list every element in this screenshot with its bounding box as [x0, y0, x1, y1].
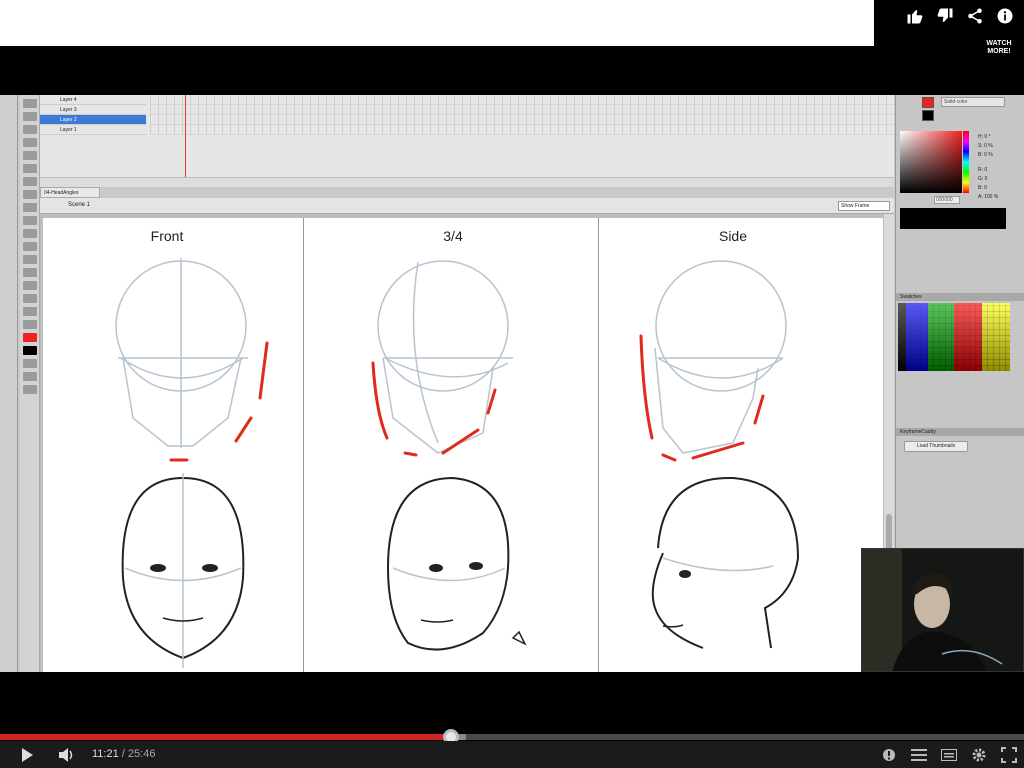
current-time: 11:21 [92, 748, 119, 760]
zoom-tool-icon[interactable] [23, 320, 37, 329]
share-icon[interactable] [964, 5, 986, 27]
swatches-panel-header: Swatches [896, 293, 1024, 301]
stroke-color-chip[interactable] [922, 97, 934, 108]
brush-tool-icon[interactable] [23, 229, 37, 238]
deco-tool-icon[interactable] [23, 242, 37, 251]
scene-bar: Scene 1 Show Frame [40, 198, 894, 214]
g-value[interactable]: G: 0 [978, 175, 998, 184]
time-separator: / [121, 748, 125, 760]
line-tool-icon[interactable] [23, 190, 37, 199]
layer-name: Layer 2 [60, 117, 77, 123]
fullscreen-icon[interactable] [998, 745, 1020, 765]
video-player: WATCH MORE! Layer 4 Layer 3 Layer 2 Laye… [0, 0, 1024, 768]
layer-name: Layer 4 [60, 97, 77, 103]
h-value[interactable]: H: 0 ° [978, 133, 998, 142]
free-transform-tool-icon[interactable] [23, 125, 37, 134]
pen-tool-icon[interactable] [23, 164, 37, 173]
tools-panel [20, 95, 40, 672]
rectangle-tool-icon[interactable] [23, 203, 37, 212]
3d-rotation-tool-icon[interactable] [23, 138, 37, 147]
s-value[interactable]: S: 0 % [978, 142, 998, 151]
subselection-tool-icon[interactable] [23, 112, 37, 121]
duration: 25:46 [127, 748, 156, 760]
snap-icon[interactable] [23, 372, 37, 381]
b2-value[interactable]: B: 0 [978, 184, 998, 193]
settings-gear-icon[interactable] [968, 745, 990, 765]
column-title-front: Front [150, 228, 184, 244]
frames-grid[interactable] [150, 95, 894, 135]
color-picker-field[interactable] [900, 131, 962, 193]
hex-input[interactable]: 000000 [934, 196, 960, 204]
swatches-grid[interactable] [898, 303, 1010, 371]
keyframecaddy-title: KeyframeCaddy [900, 429, 936, 435]
head-drawings [115, 258, 800, 668]
progress-played [0, 734, 452, 740]
hand-tool-icon[interactable] [23, 307, 37, 316]
keyframecaddy-panel-header: KeyframeCaddy [896, 428, 1024, 436]
lasso-tool-icon[interactable] [23, 151, 37, 160]
thumbs-up-icon[interactable] [904, 5, 926, 27]
layer-name: Layer 1 [60, 127, 77, 133]
time-display: 11:21 / 25:46 [92, 748, 155, 760]
timeline-panel: Layer 4 Layer 3 Layer 2 Layer 1 [40, 95, 894, 187]
stroke-color-icon[interactable] [23, 333, 37, 342]
captions-icon[interactable] [938, 745, 960, 765]
swatches-title: Swatches [900, 294, 922, 300]
layer-row-selected[interactable]: Layer 2 [40, 115, 146, 125]
bone-tool-icon[interactable] [23, 255, 37, 264]
play-icon[interactable] [16, 745, 38, 765]
fill-color-chip[interactable] [922, 110, 934, 121]
annotations-icon[interactable] [878, 745, 900, 765]
fill-color-icon[interactable] [23, 346, 37, 355]
column-title-three-quarter: 3/4 [443, 228, 463, 244]
layer-row[interactable]: Layer 4 [40, 95, 146, 105]
b-value[interactable]: B: 0 % [978, 151, 998, 160]
smooth-icon[interactable] [23, 385, 37, 394]
load-thumbnails-button[interactable]: Load Thumbnails [904, 441, 968, 452]
playlist-icon[interactable] [908, 745, 930, 765]
eraser-tool-icon[interactable] [23, 294, 37, 303]
fill-type-select[interactable]: Solid color [941, 97, 1005, 107]
color-preview [900, 208, 1006, 229]
presenter-video [862, 549, 1023, 671]
stage-canvas[interactable]: Front 3/4 Side [43, 218, 883, 672]
text-tool-icon[interactable] [23, 177, 37, 186]
column-title-side: Side [718, 228, 748, 244]
watch-more-link[interactable]: WATCH MORE! [976, 40, 1022, 56]
swatches-shade [898, 303, 1010, 371]
pencil-tool-icon[interactable] [23, 216, 37, 225]
timeline-controls [40, 177, 894, 187]
scene-label[interactable]: Scene 1 [68, 202, 90, 208]
document-tab[interactable]: 04-HeadAngles [40, 187, 100, 198]
alpha-value[interactable]: A: 100 % [978, 193, 998, 202]
hue-slider[interactable] [963, 131, 969, 193]
swap-colors-icon[interactable] [23, 359, 37, 368]
paint-bucket-tool-icon[interactable] [23, 268, 37, 277]
r-value[interactable]: R: 0 [978, 166, 998, 175]
layer-name: Layer 3 [60, 107, 77, 113]
playhead[interactable] [185, 95, 186, 187]
layer-row[interactable]: Layer 1 [40, 125, 146, 135]
webcam-overlay [861, 548, 1024, 672]
selection-tool-icon[interactable] [23, 99, 37, 108]
color-values: H: 0 ° S: 0 % B: 0 % R: 0 G: 0 B: 0 A: 1… [978, 133, 998, 202]
player-controls: 11:21 / 25:46 [0, 741, 1024, 768]
eyedropper-tool-icon[interactable] [23, 281, 37, 290]
zoom-select[interactable]: Show Frame [838, 201, 890, 211]
volume-icon[interactable] [56, 745, 78, 765]
left-edge-panel [0, 95, 18, 672]
info-icon[interactable] [994, 5, 1016, 27]
video-title-bar [0, 0, 874, 46]
top-actions [904, 4, 1022, 28]
thumbs-down-icon[interactable] [934, 5, 956, 27]
layer-row[interactable]: Layer 3 [40, 105, 146, 115]
